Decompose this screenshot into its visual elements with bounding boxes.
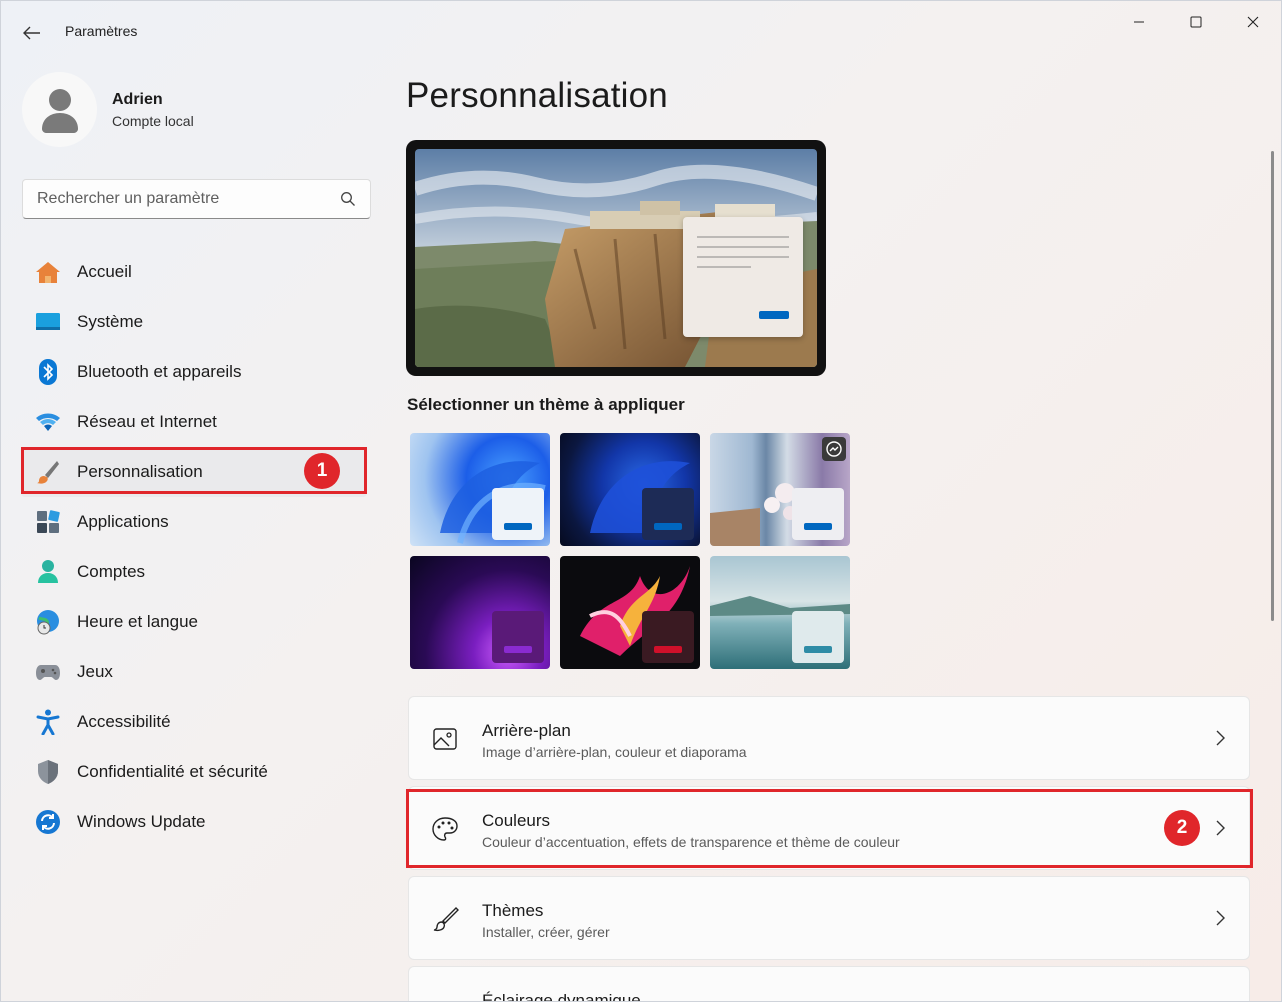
card-title: Thèmes xyxy=(482,901,544,920)
sidebar-item-label: Accessibilité xyxy=(77,712,171,731)
card-arriere-plan[interactable]: Arrière-plan Image d’arrière-plan, coule… xyxy=(408,696,1250,780)
annotation-badge-2: 2 xyxy=(1164,810,1200,846)
sidebar-item-windows-update[interactable]: Windows Update xyxy=(21,797,367,847)
sidebar-item-label: Comptes xyxy=(77,562,146,581)
search-box xyxy=(22,179,371,219)
theme-captured-motion[interactable] xyxy=(560,556,700,669)
lighting-icon xyxy=(431,995,459,1002)
card-title: Couleurs xyxy=(482,811,551,830)
sidebar-item-reseau[interactable]: Réseau et Internet xyxy=(21,397,367,447)
person-icon xyxy=(35,559,61,585)
card-couleurs[interactable]: Couleurs Couleur d’accentuation, effets … xyxy=(408,786,1250,870)
avatar[interactable] xyxy=(22,72,97,147)
paintbrush-icon xyxy=(35,459,61,485)
home-icon xyxy=(35,259,61,285)
theme-glow[interactable] xyxy=(410,556,550,669)
maximize-icon xyxy=(1190,16,1202,28)
theme-mini-window xyxy=(642,611,694,663)
preview-window-mockup xyxy=(683,217,803,337)
sidebar-item-accueil[interactable]: Accueil xyxy=(21,247,367,297)
sidebar-nav: Accueil Système Bluetooth et appareils R… xyxy=(21,247,367,847)
page-title: Personnalisation xyxy=(406,76,668,115)
minimize-icon xyxy=(1134,21,1144,23)
gamepad-icon xyxy=(35,659,61,685)
sidebar-item-label: Réseau et Internet xyxy=(77,412,217,431)
image-icon xyxy=(433,728,457,750)
close-button[interactable] xyxy=(1230,9,1276,35)
user-name: Adrien xyxy=(112,91,163,108)
sidebar-item-label: Bluetooth et appareils xyxy=(77,362,242,381)
theme-mini-window xyxy=(642,488,694,540)
theme-flower[interactable] xyxy=(710,433,850,546)
sidebar-item-label: Applications xyxy=(77,512,169,531)
window-title: Paramètres xyxy=(65,23,138,39)
sidebar-item-label: Jeux xyxy=(77,662,113,681)
card-title: Arrière-plan xyxy=(482,721,571,740)
theme-windows-light[interactable] xyxy=(410,433,550,546)
sidebar-item-heure-langue[interactable]: Heure et langue xyxy=(21,597,367,647)
sidebar-item-jeux[interactable]: Jeux xyxy=(21,647,367,697)
shield-icon xyxy=(35,759,61,785)
sidebar-item-applications[interactable]: Applications xyxy=(21,497,367,547)
card-eclairage-dynamique[interactable]: Éclairage dynamique xyxy=(408,966,1250,1002)
annotation-badge-1: 1 xyxy=(304,453,340,489)
chevron-right-icon xyxy=(1216,820,1225,836)
chevron-right-icon xyxy=(1216,910,1225,926)
spotlight-icon xyxy=(826,441,842,457)
theme-grid xyxy=(410,433,850,669)
sidebar-item-accessibilite[interactable]: Accessibilité xyxy=(21,697,367,747)
accessibility-icon xyxy=(35,709,61,735)
account-type: Compte local xyxy=(112,113,194,129)
palette-icon xyxy=(432,817,458,841)
card-subtitle: Installer, créer, gérer xyxy=(482,924,610,940)
user-silhouette-icon xyxy=(41,88,78,133)
sidebar-item-bluetooth[interactable]: Bluetooth et appareils xyxy=(21,347,367,397)
close-icon xyxy=(1247,16,1259,28)
card-themes[interactable]: Thèmes Installer, créer, gérer xyxy=(408,876,1250,960)
theme-sunrise[interactable] xyxy=(710,556,850,669)
globe-clock-icon xyxy=(35,609,61,635)
apps-icon xyxy=(35,509,61,535)
card-subtitle: Image d’arrière-plan, couleur et diapora… xyxy=(482,744,747,760)
sidebar-item-systeme[interactable]: Système xyxy=(21,297,367,347)
brush-icon xyxy=(433,907,459,932)
settings-window: Paramètres Adrien Compte local Recherche… xyxy=(0,0,1282,1002)
sidebar-item-label: Windows Update xyxy=(77,812,206,831)
card-title: Éclairage dynamique xyxy=(482,991,641,1002)
title-bar: Paramètres xyxy=(1,1,1281,65)
sidebar-item-label: Confidentialité et sécurité xyxy=(77,762,268,781)
bluetooth-icon xyxy=(35,359,61,385)
wifi-icon xyxy=(35,409,61,435)
sidebar-item-comptes[interactable]: Comptes xyxy=(21,547,367,597)
update-icon xyxy=(35,809,61,835)
theme-mini-window xyxy=(492,611,544,663)
back-arrow-icon xyxy=(23,26,40,40)
theme-preview xyxy=(406,140,826,376)
search-icon[interactable] xyxy=(340,191,356,207)
sidebar-item-label: Système xyxy=(77,312,144,331)
minimize-button[interactable] xyxy=(1116,9,1162,35)
card-subtitle: Couleur d’accentuation, effets de transp… xyxy=(482,834,900,850)
maximize-button[interactable] xyxy=(1173,9,1219,35)
sidebar-item-label: Personnalisation xyxy=(77,462,203,481)
back-button[interactable] xyxy=(15,19,49,47)
theme-windows-dark[interactable] xyxy=(560,433,700,546)
chevron-right-icon xyxy=(1216,730,1225,746)
theme-mini-window xyxy=(792,611,844,663)
spotlight-badge xyxy=(822,437,846,461)
desktop-wallpaper-preview xyxy=(415,149,817,367)
sidebar-item-label: Accueil xyxy=(77,262,132,281)
sidebar-item-confidentialite[interactable]: Confidentialité et sécurité xyxy=(21,747,367,797)
theme-section-label: Sélectionner un thème à appliquer xyxy=(407,395,685,414)
sidebar-item-label: Heure et langue xyxy=(77,612,198,631)
theme-mini-window xyxy=(792,488,844,540)
search-input[interactable] xyxy=(23,180,323,218)
theme-mini-window xyxy=(492,488,544,540)
system-icon xyxy=(35,309,61,335)
scrollbar[interactable] xyxy=(1271,151,1274,621)
